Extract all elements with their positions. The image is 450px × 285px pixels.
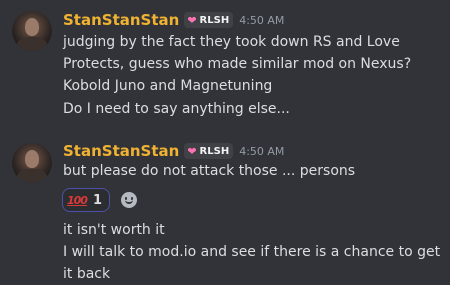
avatar[interactable] bbox=[12, 143, 52, 183]
heart-icon: ❤ bbox=[187, 13, 197, 27]
timestamp: 4:50 AM bbox=[239, 144, 285, 158]
reaction-count: 1 bbox=[92, 192, 103, 208]
role-tag[interactable]: ❤ RLSH bbox=[184, 12, 234, 28]
message-header: StanStanStan ❤ RLSH 4:50 AM bbox=[63, 9, 284, 31]
hundred-points-emoji: 100 bbox=[67, 193, 88, 207]
heart-icon: ❤ bbox=[187, 144, 197, 158]
role-tag[interactable]: ❤ RLSH bbox=[184, 143, 234, 159]
avatar[interactable] bbox=[12, 11, 52, 51]
reaction-button[interactable]: 100 1 bbox=[62, 188, 110, 212]
message-header: StanStanStan ❤ RLSH 4:50 AM bbox=[63, 140, 284, 162]
username[interactable]: StanStanStan bbox=[63, 142, 179, 160]
message-text: I will talk to mod.io and see if there i… bbox=[63, 244, 441, 282]
role-tag-label: RLSH bbox=[199, 14, 230, 26]
username[interactable]: StanStanStan bbox=[63, 11, 179, 29]
add-reaction-button[interactable] bbox=[117, 188, 141, 212]
message-text: Kobold Juno and Magnetuning bbox=[63, 78, 273, 94]
role-tag-label: RLSH bbox=[199, 145, 230, 157]
message-text: but please do not attack those ... perso… bbox=[63, 163, 356, 179]
message-text: it isn't worth it bbox=[63, 222, 165, 238]
message-text: judging by the fact they took down RS an… bbox=[63, 34, 412, 72]
message-text: Do I need to say anything else... bbox=[63, 101, 290, 117]
smile-icon bbox=[121, 192, 137, 208]
timestamp: 4:50 AM bbox=[239, 13, 285, 27]
